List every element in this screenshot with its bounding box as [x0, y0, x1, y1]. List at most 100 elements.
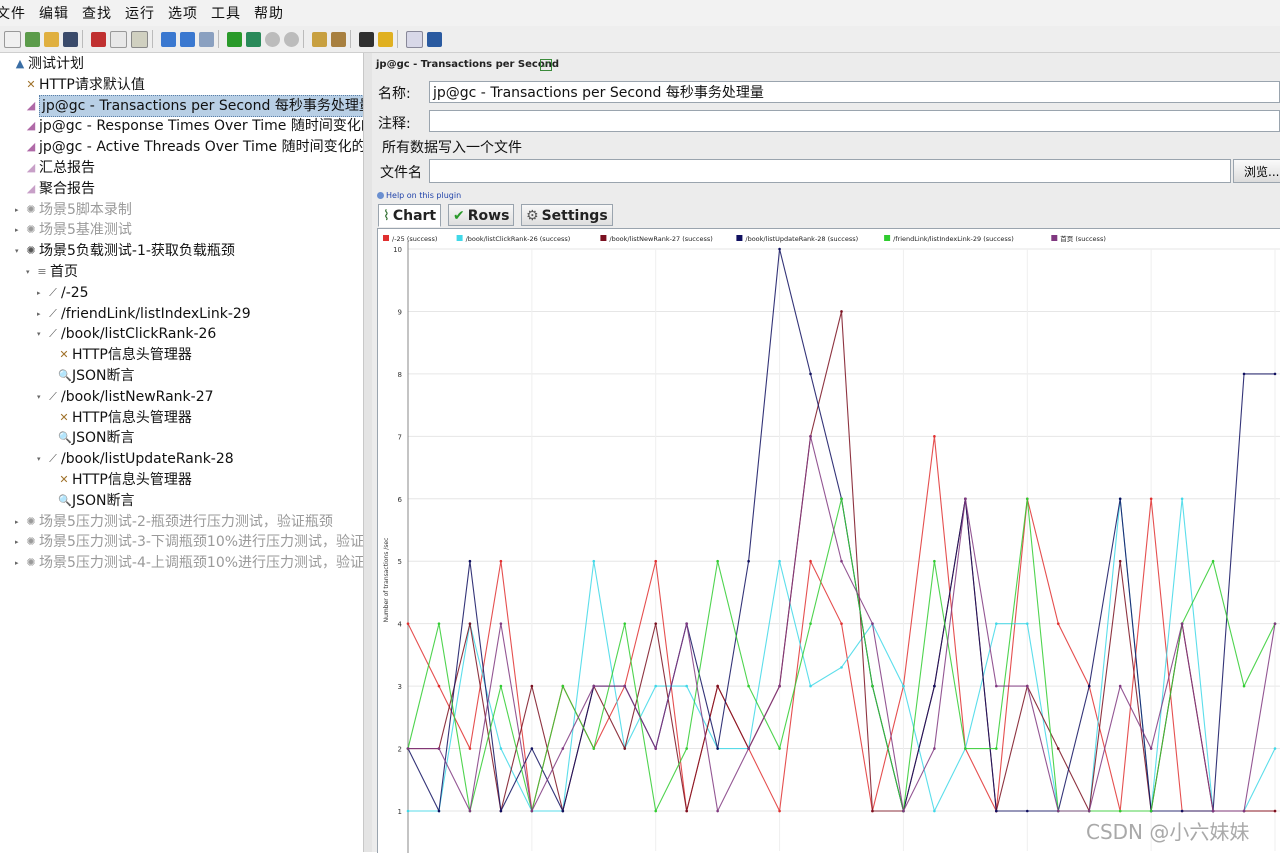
tree-expander-icon[interactable]: ▸: [15, 206, 23, 214]
tree-expander-icon[interactable]: ▾: [15, 247, 23, 255]
transaction-controller-icon: ≡: [37, 265, 47, 278]
data-point: [592, 747, 596, 750]
start-no-pauses-icon[interactable]: [246, 31, 261, 47]
tree-node[interactable]: ▲ 测试计划: [4, 54, 84, 74]
clear-all-icon[interactable]: [331, 31, 346, 47]
expand-icon[interactable]: [161, 31, 176, 47]
data-point: [1056, 622, 1060, 625]
data-point: [406, 747, 410, 750]
legend-entry: /-25 (success): [392, 235, 437, 243]
filename-field[interactable]: [429, 159, 1231, 183]
tree-node[interactable]: ✕ HTTP信息头管理器: [48, 345, 192, 365]
tree-node[interactable]: ◢ 聚合报告: [15, 179, 95, 199]
search-icon[interactable]: [359, 31, 374, 47]
new-icon[interactable]: [4, 30, 21, 48]
tree-expander-icon[interactable]: ▸: [15, 226, 23, 234]
tree-node[interactable]: ▾ ⟋ /book/listUpdateRank-28: [37, 449, 234, 469]
tree-node[interactable]: ▸ ✺ 场景5脚本录制: [15, 200, 132, 220]
tab-settings[interactable]: ⚙ Settings: [521, 204, 613, 226]
data-point: [623, 622, 627, 625]
paste-icon[interactable]: [131, 30, 148, 48]
help-on-plugin-link[interactable]: Help on this plugin: [377, 191, 461, 200]
data-point: [685, 747, 688, 750]
reset-search-icon[interactable]: [378, 31, 393, 47]
tree-node[interactable]: ▸ ✺ 场景5压力测试-3-下调瓶颈10%进行压力测试，验证: [15, 532, 363, 552]
save-icon[interactable]: [63, 31, 78, 47]
tree-expander-icon[interactable]: ▸: [37, 310, 45, 318]
tree-expander-icon[interactable]: ▾: [37, 455, 45, 463]
tab-chart[interactable]: ⌇ Chart: [378, 204, 442, 227]
tree-node[interactable]: ▸ ✺ 场景5压力测试-2-瓶颈进行压力测试，验证瓶颈: [15, 512, 333, 532]
open-icon[interactable]: [44, 31, 59, 47]
tps-line-chart: 1 2 3 4 5 6 7 8 9 10 Number of transactions /sec /-…: [383, 234, 1280, 853]
data-point: [964, 497, 967, 501]
watermark: CSDN @小六妹妹: [1086, 820, 1250, 844]
data-point: [747, 747, 750, 750]
tree-expander-icon[interactable]: ▸: [15, 559, 23, 567]
browse-button[interactable]: 浏览...: [1233, 159, 1280, 183]
shutdown-icon[interactable]: [284, 31, 299, 47]
thread-group-icon: ✺: [26, 202, 36, 216]
data-point: [1056, 809, 1060, 813]
data-point: [1025, 809, 1029, 813]
tree-node[interactable]: ▸ ⟋ /friendLink/listIndexLink-29: [37, 304, 251, 324]
tree-node[interactable]: ✕ HTTP信息头管理器: [48, 408, 191, 428]
toggle-icon[interactable]: [199, 31, 214, 47]
data-point: [995, 622, 998, 625]
tree-node[interactable]: 🔍 JSON断言: [48, 491, 135, 511]
name-field[interactable]: jp@gc - Transactions per Second 每秒事务处理量: [429, 81, 1280, 103]
copy-icon[interactable]: [110, 30, 127, 48]
tree-node[interactable]: 🔍 JSON断言: [48, 366, 135, 386]
comment-field[interactable]: [429, 110, 1280, 132]
data-point: [964, 747, 967, 750]
tree-node[interactable]: ◢ jp@gc - Active Threads Over Time 随时间变化的…: [15, 137, 363, 157]
collapse-icon[interactable]: [180, 31, 195, 47]
menu-item[interactable]: 查找: [82, 3, 112, 23]
menu-item[interactable]: 文件: [0, 3, 26, 23]
data-point: [716, 559, 719, 563]
tree-node-label: HTTP信息头管理器: [72, 347, 192, 364]
tree-node[interactable]: ◢ jp@gc - Response Times Over Time 随时间变化的: [15, 116, 363, 136]
data-point: [1273, 622, 1277, 625]
tree-node[interactable]: ▾ ⟋ /book/listClickRank-26: [37, 324, 216, 344]
tree-node[interactable]: ▾ ≡ 首页: [26, 262, 78, 282]
menu-item[interactable]: 工具: [211, 3, 241, 23]
menu-item[interactable]: 运行: [125, 3, 155, 23]
menu-item[interactable]: 帮助: [254, 3, 284, 23]
tree-expander-icon[interactable]: ▾: [37, 330, 45, 338]
menu-item[interactable]: 选项: [168, 3, 198, 23]
templates-icon[interactable]: [25, 31, 40, 47]
function-helper-icon[interactable]: [406, 30, 423, 48]
tree-node[interactable]: ▸ ⟋ /-25: [37, 283, 89, 303]
tree-node[interactable]: ✕ HTTP请求默认值: [15, 75, 144, 95]
clear-icon[interactable]: [312, 31, 327, 47]
tree-node[interactable]: ▸ ✺ 场景5压力测试-4-上调瓶颈10%进行压力测试，验证: [15, 553, 363, 573]
tree-expander-icon[interactable]: ▸: [15, 518, 23, 526]
tab-rows[interactable]: ✔ Rows: [448, 204, 515, 226]
tree-node-label: 测试计划: [28, 56, 84, 72]
tree-node[interactable]: ▾ ✺ 场景5负载测试-1-获取负载瓶颈: [15, 241, 235, 261]
data-point: [716, 747, 719, 750]
check-icon: ✔: [453, 208, 465, 224]
menu-item[interactable]: 编辑: [39, 3, 69, 23]
tree-expander-icon[interactable]: ▾: [26, 268, 34, 276]
tree-node[interactable]: 🔍 JSON断言: [48, 428, 135, 448]
tree-expander-icon[interactable]: ▾: [37, 393, 45, 401]
cut-icon[interactable]: [91, 31, 106, 47]
data-point: [406, 809, 410, 813]
tree-node[interactable]: ◢ 汇总报告: [15, 158, 95, 178]
tree-node[interactable]: ◢ jp@gc - Transactions per Second 每秒事务处理量: [15, 94, 363, 117]
data-point: [654, 809, 658, 813]
tree-expander-icon[interactable]: ▸: [15, 538, 23, 546]
listener-report-icon: ◢: [26, 181, 36, 195]
stop-icon[interactable]: [265, 31, 280, 47]
legend-entry: /friendLink/listIndexLink-29 (success): [893, 235, 1014, 243]
tree-node[interactable]: ▾ ⟋ /book/listNewRank-27: [37, 387, 214, 407]
tree-node[interactable]: ✕ HTTP信息头管理器: [48, 470, 191, 490]
start-icon[interactable]: [227, 31, 242, 47]
help-icon[interactable]: [427, 31, 442, 47]
tree-node[interactable]: ▸ ✺ 场景5基准测试: [15, 220, 132, 240]
data-point: [902, 809, 905, 813]
maximize-icon[interactable]: ⤢: [540, 59, 552, 71]
tree-expander-icon[interactable]: ▸: [37, 289, 45, 297]
